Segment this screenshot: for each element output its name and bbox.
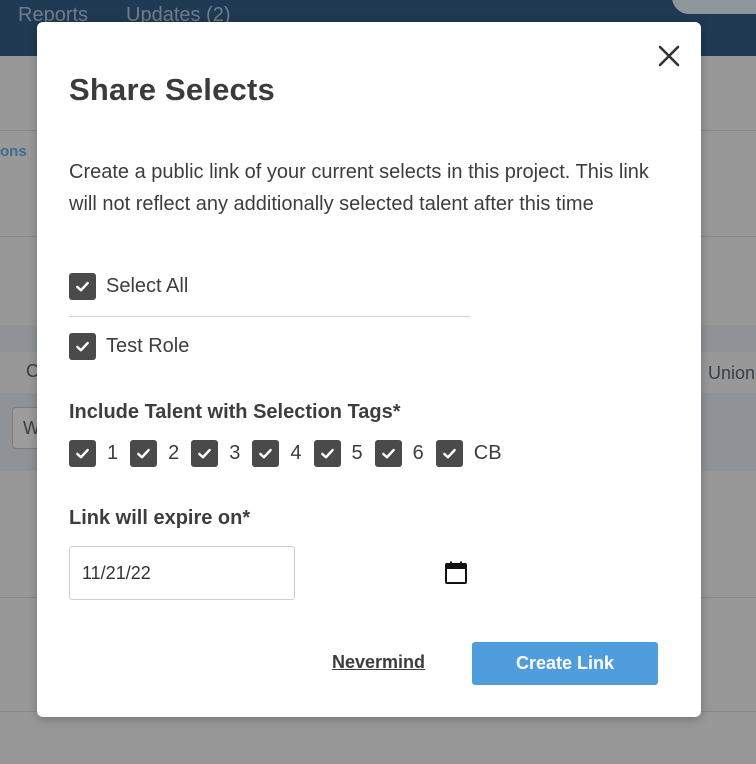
- divider: [69, 316, 470, 317]
- check-icon: [259, 448, 273, 459]
- checkbox-checked[interactable]: [374, 440, 402, 467]
- tag-checkbox-4[interactable]: 4: [252, 440, 302, 467]
- tag-label: 2: [168, 442, 180, 464]
- tag-label: 4: [290, 442, 302, 464]
- checkbox-checked[interactable]: [69, 440, 96, 467]
- nevermind-button[interactable]: Nevermind: [332, 652, 425, 673]
- modal-title: Share Selects: [69, 72, 275, 107]
- selection-tags-label: Include Talent with Selection Tags*: [69, 401, 401, 423]
- check-icon: [76, 341, 89, 352]
- create-link-button[interactable]: Create Link: [472, 642, 658, 685]
- check-icon: [137, 448, 150, 459]
- tag-label: 6: [412, 442, 424, 464]
- tag-checkbox-2[interactable]: 2: [130, 440, 179, 467]
- selection-tags-group: 1 2 3 4 5 6 CB: [69, 440, 514, 467]
- check-icon: [198, 448, 212, 459]
- background-link[interactable]: ons: [0, 143, 27, 160]
- search-pill[interactable]: [672, 0, 756, 14]
- checkbox-checked[interactable]: [252, 440, 280, 467]
- calendar-icon: [445, 561, 467, 584]
- check-icon: [442, 448, 456, 459]
- checkbox-checked[interactable]: [191, 440, 219, 467]
- tag-checkbox-cb[interactable]: CB: [435, 440, 502, 467]
- close-icon: [658, 45, 680, 67]
- share-selects-modal: Share Selects Create a public link of yo…: [37, 22, 701, 717]
- select-all-label: Select All: [106, 275, 189, 297]
- check-icon: [381, 448, 395, 459]
- select-all-checkbox[interactable]: Select All: [69, 273, 188, 300]
- check-icon: [76, 448, 89, 459]
- check-icon: [76, 281, 89, 292]
- checkbox-checked[interactable]: [69, 333, 96, 360]
- tag-checkbox-3[interactable]: 3: [191, 440, 240, 467]
- modal-description: Create a public link of your current sel…: [69, 161, 649, 215]
- checkbox-checked[interactable]: [69, 273, 96, 300]
- check-icon: [320, 448, 334, 459]
- tag-checkbox-6[interactable]: 6: [374, 440, 424, 467]
- checkbox-checked[interactable]: [313, 440, 341, 467]
- tag-label: CB: [473, 442, 502, 464]
- tag-label: 3: [229, 442, 241, 464]
- expire-label: Link will expire on*: [69, 507, 251, 529]
- checkbox-checked[interactable]: [130, 440, 158, 467]
- tag-label: 1: [107, 442, 119, 464]
- tag-checkbox-5[interactable]: 5: [313, 440, 363, 467]
- calendar-button[interactable]: [444, 561, 468, 585]
- checkbox-checked[interactable]: [435, 440, 463, 467]
- role-checkbox-test-role[interactable]: Test Role: [69, 333, 189, 360]
- tag-label: 5: [351, 442, 363, 464]
- role-label: Test Role: [106, 335, 190, 357]
- close-button[interactable]: [653, 40, 685, 72]
- expire-date-input[interactable]: [69, 546, 295, 600]
- tag-checkbox-1[interactable]: 1: [69, 440, 118, 467]
- table-header-union: Union: [708, 363, 756, 383]
